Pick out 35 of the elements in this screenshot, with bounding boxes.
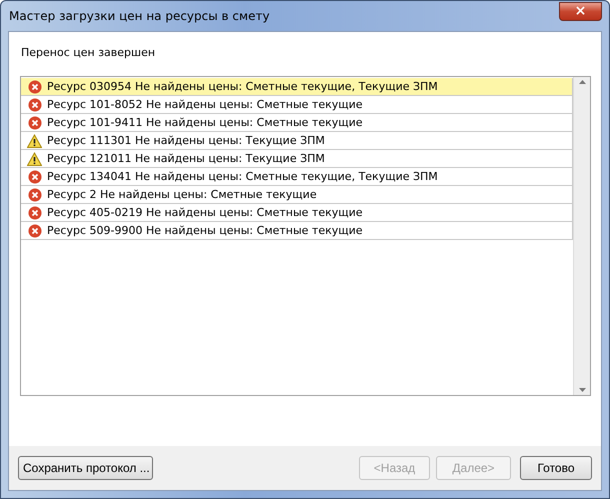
log-message: Ресурс 101-8052 Не найдены цены: Сметные текущие xyxy=(47,98,363,111)
scrollbar[interactable] xyxy=(573,77,590,395)
log-row[interactable]: Ресурс 101-8052 Не найдены цены: Сметные текущие xyxy=(21,96,573,114)
error-icon xyxy=(28,116,42,130)
error-icon xyxy=(28,98,42,112)
log-message: Ресурс 101-9411 Не найдены цены: Сметные текущие xyxy=(47,116,363,129)
error-icon xyxy=(28,206,42,220)
log-message: Ресурс 111301 Не найдены цены: Текущие ЗПМ xyxy=(47,134,325,147)
log-row[interactable]: Ресурс 121011 Не найдены цены: Текущие ЗПМ xyxy=(21,150,573,168)
log-message: Ресурс 030954 Не найдены цены: Сметные текущие, Текущие ЗПМ xyxy=(47,80,438,93)
error-icon xyxy=(28,80,42,94)
log-message: Ресурс 509-9900 Не найдены цены: Сметные текущие xyxy=(47,224,363,237)
log-message: Ресурс 405-0219 Не найдены цены: Сметные текущие xyxy=(47,206,363,219)
error-icon xyxy=(28,170,42,184)
log-message: Ресурс 134041 Не найдены цены: Сметные текущие, Текущие ЗПМ xyxy=(47,170,438,183)
log-row[interactable]: Ресурс 101-9411 Не найдены цены: Сметные текущие xyxy=(21,114,573,132)
log-row[interactable]: Ресурс 111301 Не найдены цены: Текущие ЗПМ xyxy=(21,132,573,150)
log-row[interactable]: Ресурс 405-0219 Не найдены цены: Сметные текущие xyxy=(21,204,573,222)
scroll-down-icon[interactable] xyxy=(578,388,586,392)
log-row[interactable]: Ресурс 509-9900 Не найдены цены: Сметные текущие xyxy=(21,222,573,240)
log-row[interactable]: Ресурс 2 Не найдены цены: Сметные текущие xyxy=(21,186,573,204)
warning-icon xyxy=(27,152,42,166)
error-icon xyxy=(28,224,42,238)
save-log-button[interactable]: Сохранить протокол ... xyxy=(18,456,153,480)
error-icon xyxy=(28,188,42,202)
log-message: Ресурс 121011 Не найдены цены: Текущие ЗПМ xyxy=(47,152,325,165)
status-text: Перенос цен завершен xyxy=(21,46,156,59)
window-title: Мастер загрузки цен на ресурсы в смету xyxy=(8,9,270,23)
log-row[interactable]: Ресурс 134041 Не найдены цены: Сметные текущие, Текущие ЗПМ xyxy=(21,168,573,186)
scroll-up-icon[interactable] xyxy=(578,80,586,84)
close-button[interactable]: × xyxy=(559,2,602,20)
warning-icon xyxy=(27,134,42,148)
log-row[interactable]: Ресурс 030954 Не найдены цены: Сметные текущие, Текущие ЗПМ xyxy=(21,78,573,96)
wizard-button[interactable]: Готово xyxy=(520,456,592,480)
log-message: Ресурс 2 Не найдены цены: Сметные текущие xyxy=(47,188,317,201)
